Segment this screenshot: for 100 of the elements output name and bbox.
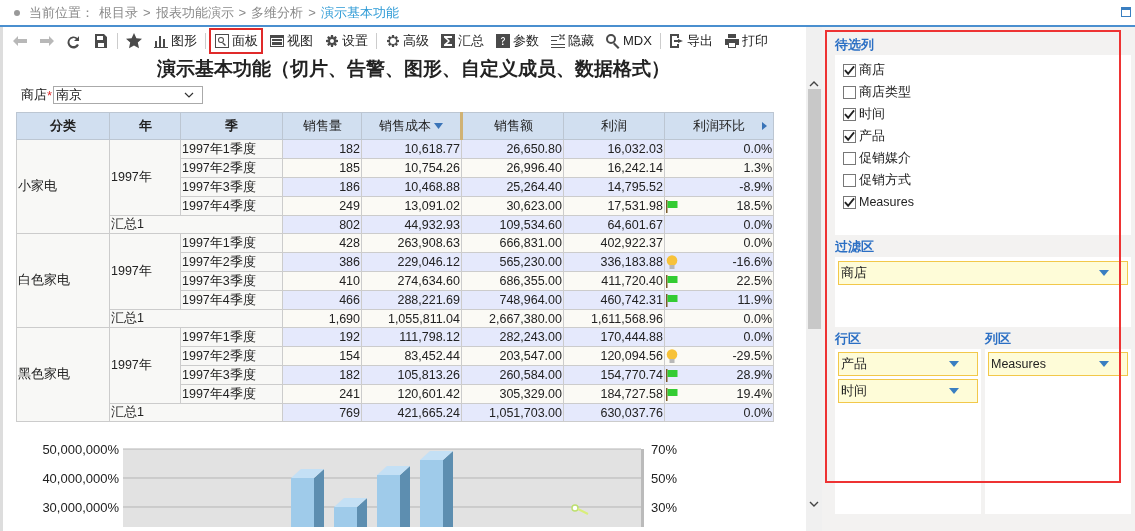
axis-tick-label: 70% bbox=[651, 442, 678, 457]
window-icon bbox=[269, 32, 285, 49]
field-checkbox[interactable]: 产品 bbox=[843, 125, 1123, 147]
toolbar-button[interactable]: 高级 bbox=[380, 27, 434, 54]
column-header[interactable]: 销售成本 bbox=[361, 112, 462, 140]
magnifier-icon bbox=[214, 32, 230, 49]
gear-icon bbox=[385, 32, 401, 49]
chevron-down-icon bbox=[184, 92, 195, 98]
table-cell: 小家电 bbox=[16, 139, 110, 234]
breadcrumb-link[interactable]: 根目录 bbox=[99, 3, 138, 22]
field-checkbox[interactable]: Measures bbox=[843, 191, 1123, 213]
toolbar-button[interactable]: 面板 bbox=[209, 27, 263, 54]
chart-bar bbox=[291, 469, 324, 527]
section-title: 行区 bbox=[835, 331, 862, 348]
sigma-icon bbox=[440, 32, 456, 49]
scroll-up-icon[interactable] bbox=[809, 81, 820, 87]
axis-tick-label: 30% bbox=[651, 500, 678, 515]
section-title: 列区 bbox=[985, 331, 1012, 348]
dropdown-arrow-icon bbox=[1099, 270, 1109, 276]
lightbulb-icon bbox=[666, 348, 678, 364]
table-cell: 黑色家电 bbox=[16, 327, 110, 422]
column-field-chip[interactable]: Measures bbox=[988, 352, 1128, 376]
toolbar-button[interactable]: 图形 bbox=[148, 27, 202, 54]
field-checkbox[interactable]: 商店 bbox=[843, 59, 1123, 81]
export-icon bbox=[668, 32, 685, 49]
toolbar-button[interactable]: 汇总 bbox=[435, 27, 489, 54]
expand-right-icon[interactable] bbox=[762, 122, 767, 130]
scroll-down-icon[interactable] bbox=[809, 501, 820, 507]
star-icon bbox=[126, 32, 142, 49]
flag-icon bbox=[666, 199, 678, 213]
table-cell: 1.3% bbox=[743, 161, 772, 175]
checkmark-icon bbox=[844, 130, 855, 142]
table-cell: -8.9% bbox=[739, 180, 772, 194]
line-point bbox=[571, 504, 589, 515]
search-icon bbox=[605, 32, 621, 49]
column-header[interactable]: 分类 bbox=[16, 112, 110, 140]
checkmark-icon bbox=[844, 196, 855, 208]
toolbar-button[interactable]: 隐藏 bbox=[545, 27, 599, 54]
maximize-icon[interactable] bbox=[1121, 7, 1131, 17]
save-icon bbox=[93, 32, 109, 49]
axis-tick-label: 50,000,000% bbox=[42, 442, 119, 457]
checkmark-icon bbox=[844, 108, 855, 120]
table-cell: 1997年 bbox=[109, 233, 181, 310]
question-icon bbox=[495, 32, 511, 49]
table-cell: -16.6% bbox=[732, 255, 772, 269]
location-label: 当前位置： bbox=[29, 3, 94, 22]
table-cell: 0.0% bbox=[743, 311, 772, 326]
toolbar-button[interactable]: 设置 bbox=[319, 27, 373, 54]
toolbar-button[interactable]: 打印 bbox=[718, 27, 773, 54]
field-checkbox[interactable]: 促销媒介 bbox=[843, 147, 1123, 169]
slicer-label: 商店 bbox=[21, 86, 47, 104]
flag-icon bbox=[666, 387, 678, 401]
scrollbar[interactable] bbox=[806, 27, 822, 531]
column-header[interactable]: 利润 bbox=[563, 112, 665, 140]
required-mark: * bbox=[47, 87, 53, 103]
table-cell: 0.0% bbox=[743, 405, 772, 420]
breadcrumb-separator: > bbox=[143, 5, 151, 20]
column-header[interactable]: 利润环比 bbox=[664, 112, 774, 140]
table-cell: 0.0% bbox=[743, 236, 772, 250]
column-header[interactable]: 销售量 bbox=[282, 112, 362, 140]
gear-icon bbox=[324, 32, 340, 49]
axis-tick-label: 50% bbox=[651, 471, 678, 486]
toolbar-button[interactable]: 视图 bbox=[264, 27, 318, 54]
flag-icon bbox=[666, 293, 678, 307]
breadcrumb-separator: > bbox=[308, 5, 316, 20]
lightbulb-icon bbox=[666, 254, 678, 270]
row-field-chip[interactable]: 时间 bbox=[838, 379, 978, 403]
field-checkbox[interactable]: 时间 bbox=[843, 103, 1123, 125]
breadcrumb-link[interactable]: 多维分析 bbox=[251, 3, 304, 22]
checkmark-icon bbox=[844, 64, 855, 76]
axis-tick-label: 40,000,000% bbox=[42, 471, 119, 486]
toolbar-button[interactable]: 导出 bbox=[663, 27, 718, 54]
table-cell: 22.5% bbox=[736, 274, 772, 288]
section-title: 待选列 bbox=[835, 37, 875, 54]
dropdown-arrow-icon bbox=[949, 361, 959, 367]
table-cell: 白色家电 bbox=[16, 233, 110, 328]
column-header[interactable]: 销售额 bbox=[461, 112, 564, 140]
field-checkbox[interactable]: 促销方式 bbox=[843, 169, 1123, 191]
table-cell: 18.5% bbox=[736, 199, 772, 213]
filter-field-chip[interactable]: 商店 bbox=[838, 261, 1128, 285]
field-checkbox[interactable]: 商店类型 bbox=[843, 81, 1123, 103]
column-header[interactable]: 年 bbox=[109, 112, 181, 140]
breadcrumb-link[interactable]: 报表功能演示 bbox=[155, 3, 234, 22]
table-cell: 19.4% bbox=[736, 387, 772, 401]
dropdown-arrow-icon bbox=[1099, 361, 1109, 367]
table-cell: 0.0% bbox=[743, 142, 772, 156]
report-title: 演示基本功能（切片、告警、图形、自定义成员、数据格式） bbox=[155, 57, 671, 81]
print-icon bbox=[723, 32, 740, 49]
dropdown-arrow-icon bbox=[949, 388, 959, 394]
section-title: 过滤区 bbox=[835, 239, 875, 256]
row-field-chip[interactable]: 产品 bbox=[838, 352, 978, 376]
table-cell: 1997年 bbox=[109, 139, 181, 216]
chart-bar bbox=[334, 498, 367, 527]
table-cell: -29.5% bbox=[732, 349, 772, 363]
column-header[interactable]: 季 bbox=[180, 112, 283, 140]
toolbar-button[interactable]: MDX bbox=[600, 28, 657, 53]
toolbar-button[interactable]: 参数 bbox=[490, 27, 544, 54]
chart-bar bbox=[377, 466, 410, 527]
table-cell: 28.9% bbox=[736, 368, 772, 382]
store-select[interactable]: 南京 bbox=[53, 86, 204, 104]
